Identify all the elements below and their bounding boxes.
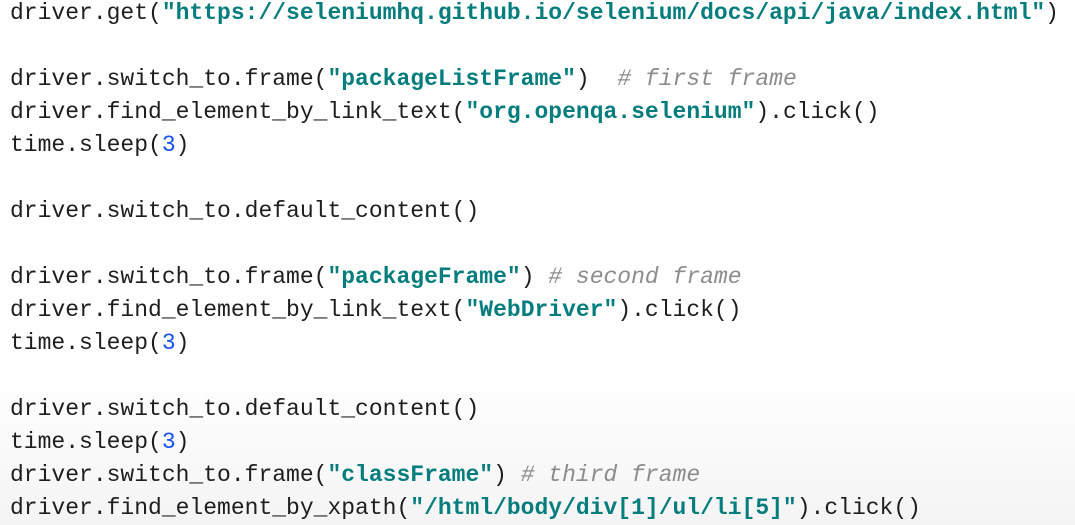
code-token: driver.find_element_by_link_text( bbox=[10, 297, 466, 323]
number-literal: 3 bbox=[161, 429, 176, 455]
string-literal: "WebDriver" bbox=[465, 297, 618, 323]
code-line[interactable]: driver.switch_to.frame("packageListFrame… bbox=[10, 63, 1059, 96]
code-token: driver.switch_to.default_content() bbox=[10, 198, 480, 224]
code-line[interactable]: driver.switch_to.default_content() bbox=[10, 195, 1059, 228]
code-token: driver.switch_to.frame( bbox=[10, 264, 328, 290]
code-line[interactable]: time.sleep(3) bbox=[10, 327, 1059, 360]
code-token: ) bbox=[1045, 0, 1059, 26]
code-token: time.sleep( bbox=[10, 132, 162, 158]
number-literal: 3 bbox=[161, 132, 176, 158]
string-literal: "packageFrame" bbox=[327, 264, 521, 290]
string-literal: "https://seleniumhq.github.io/selenium/d… bbox=[161, 0, 1046, 26]
comment: # second frame bbox=[548, 264, 742, 290]
code-token: ) bbox=[520, 264, 549, 290]
code-token: time.sleep( bbox=[10, 330, 162, 356]
code-line[interactable] bbox=[10, 30, 1059, 63]
number-literal: 3 bbox=[161, 330, 176, 356]
comment: # third frame bbox=[520, 462, 701, 488]
code-token: ).click() bbox=[755, 99, 880, 125]
code-token: ).click() bbox=[617, 297, 742, 323]
code-line[interactable]: driver.get("https://seleniumhq.github.io… bbox=[10, 0, 1059, 30]
code-token: driver.get( bbox=[10, 0, 162, 26]
string-literal: "/html/body/div[1]/ul/li[5]" bbox=[410, 495, 797, 521]
code-token: driver.switch_to.frame( bbox=[10, 66, 328, 92]
string-literal: "classFrame" bbox=[327, 462, 494, 488]
code-token: ) bbox=[175, 429, 190, 455]
code-token: ) bbox=[175, 330, 190, 356]
code-token: ).click() bbox=[796, 495, 921, 521]
code-line[interactable]: driver.switch_to.frame("packageFrame") #… bbox=[10, 261, 1059, 294]
string-literal: "org.openqa.selenium" bbox=[465, 99, 756, 125]
code-line[interactable] bbox=[10, 360, 1059, 393]
code-editor[interactable]: driver.get("https://seleniumhq.github.io… bbox=[10, 0, 1059, 525]
code-token: time.sleep( bbox=[10, 429, 162, 455]
code-token: ) bbox=[575, 66, 618, 92]
code-line[interactable]: time.sleep(3) bbox=[10, 426, 1059, 459]
code-line[interactable]: driver.find_element_by_link_text("WebDri… bbox=[10, 294, 1059, 327]
code-token: ) bbox=[175, 132, 190, 158]
code-line[interactable] bbox=[10, 228, 1059, 261]
code-token: driver.switch_to.frame( bbox=[10, 462, 328, 488]
code-line[interactable] bbox=[10, 162, 1059, 195]
code-token: driver.find_element_by_link_text( bbox=[10, 99, 466, 125]
comment: # first frame bbox=[617, 66, 797, 92]
code-line[interactable]: driver.switch_to.frame("classFrame") # t… bbox=[10, 459, 1059, 492]
code-token: driver.switch_to.default_content() bbox=[10, 396, 480, 422]
code-line[interactable]: driver.switch_to.default_content() bbox=[10, 393, 1059, 426]
code-token: driver.find_element_by_xpath( bbox=[10, 495, 411, 521]
string-literal: "packageListFrame" bbox=[327, 66, 576, 92]
code-line[interactable]: driver.find_element_by_link_text("org.op… bbox=[10, 96, 1059, 129]
code-token: ) bbox=[493, 462, 521, 488]
code-line[interactable]: time.sleep(3) bbox=[10, 129, 1059, 162]
code-line[interactable]: driver.find_element_by_xpath("/html/body… bbox=[10, 492, 1059, 525]
